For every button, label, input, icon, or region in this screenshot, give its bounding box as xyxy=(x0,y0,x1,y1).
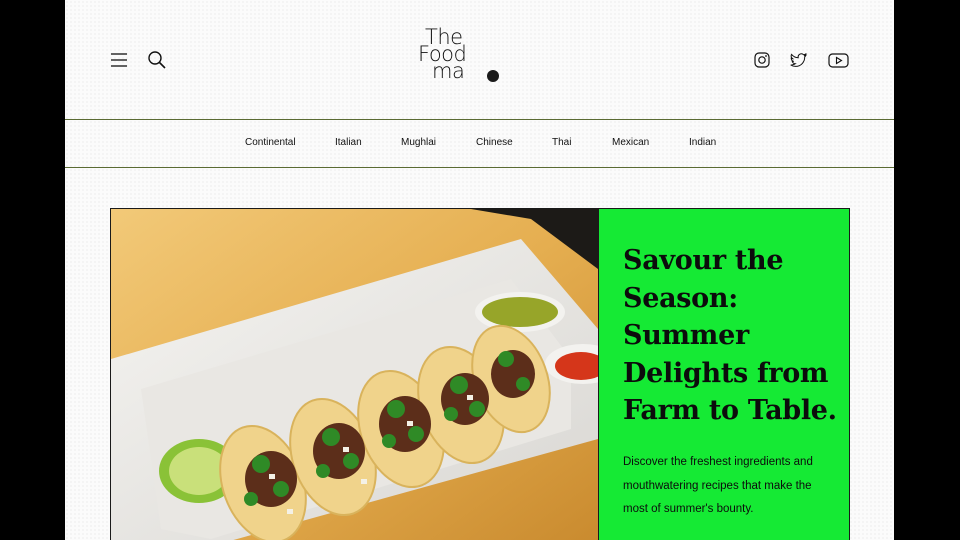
search-icon xyxy=(148,51,166,69)
hero-description: Discover the freshest ingredients and mo… xyxy=(623,456,813,515)
nav-item-italian[interactable]: Italian xyxy=(335,137,362,148)
hero-title[interactable]: Savour the Season: Summer Delights from … xyxy=(623,242,843,430)
nav-item-continental[interactable]: Continental xyxy=(245,137,296,148)
search-button[interactable] xyxy=(146,49,168,71)
nav-item-mexican[interactable]: Mexican xyxy=(612,137,649,148)
instagram-link[interactable] xyxy=(752,50,772,70)
youtube-link[interactable] xyxy=(826,50,850,70)
site-logo[interactable]: The Food ma xyxy=(411,27,511,90)
featured-article[interactable]: Savour the Season: Summer Delights from … xyxy=(110,208,850,540)
site-header: The Food ma xyxy=(65,0,894,119)
twitter-link[interactable] xyxy=(788,50,808,70)
category-nav: Continental Italian Mughlai Chinese Thai… xyxy=(65,119,894,168)
twitter-icon xyxy=(789,53,807,67)
nav-item-thai[interactable]: Thai xyxy=(552,137,571,148)
logo-line-3: ma xyxy=(432,59,465,83)
menu-icon xyxy=(111,53,127,67)
nav-item-mughlai[interactable]: Mughlai xyxy=(401,137,436,148)
menu-button[interactable] xyxy=(109,50,129,70)
youtube-icon xyxy=(827,52,849,68)
page: The Food ma Continental Italian Mughlai … xyxy=(65,0,894,540)
nav-item-indian[interactable]: Indian xyxy=(689,137,716,148)
hero-text-panel: Savour the Season: Summer Delights from … xyxy=(598,209,849,540)
logo-mark-icon xyxy=(487,70,499,82)
instagram-icon xyxy=(754,52,770,68)
hero-image xyxy=(111,209,598,540)
nav-item-chinese[interactable]: Chinese xyxy=(476,137,513,148)
